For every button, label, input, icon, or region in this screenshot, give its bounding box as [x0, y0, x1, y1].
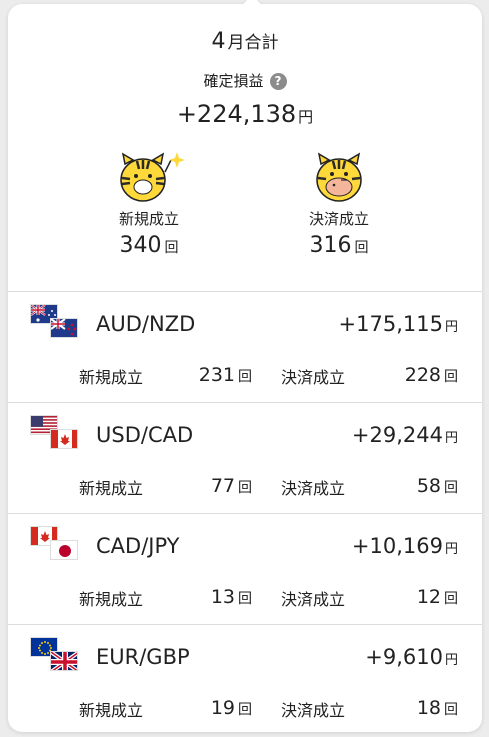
flag-group — [30, 526, 80, 562]
pair-pl-value: +10,169 — [351, 534, 443, 558]
new-count-value: 231 — [198, 364, 235, 386]
new-count-value: 13 — [210, 586, 235, 608]
summary-section: 4 月合計 確定損益? +224,138 円 新規成立 340 回 決済成立 3… — [8, 4, 482, 291]
new-orders-label: 新規成立 — [79, 590, 144, 609]
total-pl-value: +224,138 — [176, 100, 297, 128]
closed-orders-label: 決済成立 — [281, 701, 346, 720]
total-pl: +224,138 円 — [8, 100, 482, 128]
uk-flag-icon — [50, 651, 78, 671]
closed-orders-label: 決済成立 — [281, 368, 346, 387]
month-number: 4 — [211, 29, 226, 54]
closed-orders-label: 決済成立 — [308, 210, 369, 228]
closed-orders-count: 58 回 — [417, 475, 458, 497]
pair-pl: +29,244 円 — [352, 423, 458, 447]
pair-name: CAD/JPY — [96, 534, 180, 558]
pair-pl: +10,169 円 — [352, 534, 458, 558]
new-zealand-flag-icon — [50, 318, 78, 338]
new-orders-count: 19 回 — [211, 697, 252, 719]
closed-orders-stat: 決済成立 316 回 — [279, 150, 399, 258]
new-orders-stat: 新規成立 340 回 — [89, 150, 209, 258]
new-orders-count-value: 340 — [119, 233, 162, 258]
pair-pl-unit: 円 — [444, 320, 458, 335]
japan-flag-icon — [50, 540, 78, 560]
pair-name: AUD/NZD — [96, 312, 196, 336]
currency-pair-row[interactable]: USD/CAD +29,244 円 新規成立 77 回 決済成立 58 回 — [8, 403, 482, 513]
close-count-value: 18 — [416, 697, 441, 719]
new-orders-count: 13 回 — [211, 586, 252, 608]
count-unit: 回 — [238, 591, 252, 607]
flag-group — [30, 415, 80, 451]
count-unit: 回 — [444, 480, 458, 496]
flag-group — [30, 304, 80, 340]
close-count-value: 58 — [416, 475, 441, 497]
pl-label: 確定損益 — [203, 72, 264, 90]
currency-pair-row[interactable]: AUD/NZD +175,115 円 新規成立 231 回 決済成立 228 回 — [8, 292, 482, 402]
tiger-mascot-cheer-icon — [120, 152, 185, 202]
monthly-summary-card: 4 月合計 確定損益? +224,138 円 新規成立 340 回 決済成立 3… — [8, 0, 482, 735]
count-unit: 回 — [238, 702, 252, 718]
new-orders-label: 新規成立 — [79, 701, 144, 720]
new-orders-label: 新規成立 — [118, 210, 179, 228]
new-orders-label: 新規成立 — [79, 368, 144, 387]
closed-orders-count: 12 回 — [417, 586, 458, 608]
month-title: 4 月合計 — [8, 28, 482, 54]
canada-flag-icon — [50, 429, 78, 449]
close-count-value: 228 — [404, 364, 441, 386]
tiger-mascot-piggybank-icon — [316, 152, 362, 202]
pl-label-row: 確定損益? — [8, 70, 482, 91]
closed-orders-count: 316 回 — [279, 233, 399, 258]
count-unit: 回 — [238, 480, 252, 496]
close-count-value: 12 — [416, 586, 441, 608]
closed-orders-count: 228 回 — [405, 364, 458, 386]
new-count-value: 77 — [210, 475, 235, 497]
new-orders-count: 77 回 — [211, 475, 252, 497]
closed-orders-count-unit: 回 — [354, 240, 369, 256]
count-unit: 回 — [444, 369, 458, 385]
pair-name: USD/CAD — [96, 423, 194, 447]
new-count-value: 19 — [210, 697, 235, 719]
new-orders-count: 231 回 — [199, 364, 252, 386]
closed-orders-count: 18 回 — [417, 697, 458, 719]
count-unit: 回 — [444, 702, 458, 718]
flag-group — [30, 637, 80, 673]
pair-pl-unit: 円 — [444, 653, 458, 668]
pair-pl-unit: 円 — [444, 431, 458, 446]
help-icon[interactable]: ? — [269, 73, 287, 90]
count-unit: 回 — [444, 591, 458, 607]
currency-pair-row[interactable]: EUR/GBP +9,610 円 新規成立 19 回 決済成立 18 回 — [8, 625, 482, 735]
closed-orders-label: 決済成立 — [281, 479, 346, 498]
pair-pl: +9,610 円 — [365, 645, 458, 669]
pair-pl-value: +175,115 — [338, 312, 443, 336]
total-pl-unit: 円 — [298, 108, 314, 126]
pair-pl-unit: 円 — [444, 542, 458, 557]
pair-pl-value: +29,244 — [351, 423, 443, 447]
new-orders-label: 新規成立 — [79, 479, 144, 498]
pair-pl-value: +9,610 — [365, 645, 443, 669]
closed-orders-label: 決済成立 — [281, 590, 346, 609]
count-unit: 回 — [238, 369, 252, 385]
new-orders-count: 340 回 — [89, 233, 209, 258]
pair-pl: +175,115 円 — [339, 312, 458, 336]
new-orders-count-unit: 回 — [164, 240, 179, 256]
month-label: 月合計 — [227, 33, 279, 53]
closed-orders-count-value: 316 — [309, 233, 352, 258]
pair-name: EUR/GBP — [96, 645, 190, 669]
currency-pair-row[interactable]: CAD/JPY +10,169 円 新規成立 13 回 決済成立 12 回 — [8, 514, 482, 624]
